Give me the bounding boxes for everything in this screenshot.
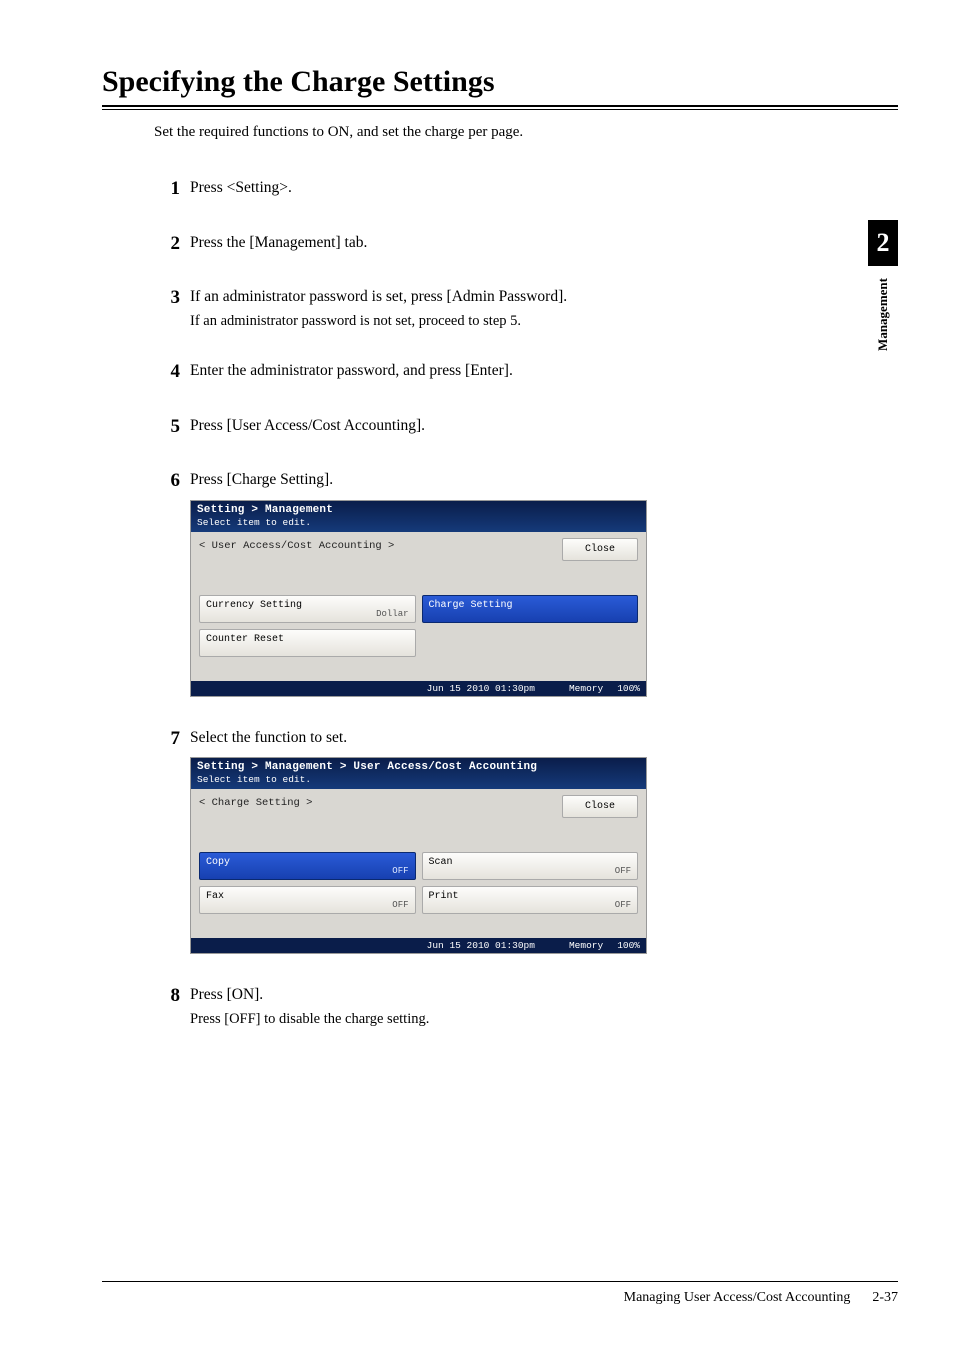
step-number: 5 <box>162 415 190 440</box>
step-number: 7 <box>162 727 190 954</box>
button-value: OFF <box>392 900 408 910</box>
screenshot-charge-setting-menu: Setting > Management Select item to edit… <box>190 500 647 697</box>
ui-header: Setting > Management > User Access/Cost … <box>191 758 646 789</box>
step-number: 1 <box>162 177 190 202</box>
button-value: OFF <box>615 866 631 876</box>
print-button[interactable]: Print OFF <box>422 886 639 914</box>
step-text: Press [User Access/Cost Accounting]. <box>190 415 802 437</box>
title-rule <box>102 105 898 110</box>
footer-page: 2-37 <box>872 1290 898 1306</box>
button-label: Fax <box>206 891 224 902</box>
scan-button[interactable]: Scan OFF <box>422 852 639 880</box>
chapter-number: 2 <box>877 228 890 258</box>
timestamp: Jun 15 2010 01:30pm <box>427 940 535 951</box>
intro-text: Set the required functions to ON, and se… <box>154 124 898 141</box>
step-number: 4 <box>162 360 190 385</box>
button-label: Counter Reset <box>206 634 284 645</box>
page-title: Specifying the Charge Settings <box>102 65 898 103</box>
timestamp: Jun 15 2010 01:30pm <box>427 683 535 694</box>
currency-setting-button[interactable]: Currency Setting Dollar <box>199 595 416 623</box>
button-label: Copy <box>206 857 230 868</box>
step-8: 8 Press [ON]. Press [OFF] to disable the… <box>162 984 802 1027</box>
status-bar: Jun 15 2010 01:30pm Memory 100% <box>191 938 646 953</box>
button-label: Print <box>429 891 459 902</box>
step-5: 5 Press [User Access/Cost Accounting]. <box>162 415 802 440</box>
breadcrumb: Setting > Management > User Access/Cost … <box>197 761 640 773</box>
step-7: 7 Select the function to set. Setting > … <box>162 727 802 954</box>
close-button[interactable]: Close <box>562 795 638 818</box>
fax-button[interactable]: Fax OFF <box>199 886 416 914</box>
memory-value: 100% <box>617 940 640 951</box>
step-text: Enter the administrator password, and pr… <box>190 360 802 382</box>
step-text: Press the [Management] tab. <box>190 232 802 254</box>
step-number: 8 <box>162 984 190 1027</box>
status-bar: Jun 15 2010 01:30pm Memory 100% <box>191 681 646 696</box>
hint-text: Select item to edit. <box>197 517 640 528</box>
step-1: 1 Press <Setting>. <box>162 177 802 202</box>
steps-list: 1 Press <Setting>. 2 Press the [Manageme… <box>162 177 802 1028</box>
step-text: If an administrator password is set, pre… <box>190 286 802 308</box>
step-text: Press [ON]. <box>190 984 802 1006</box>
step-3: 3 If an administrator password is set, p… <box>162 286 802 329</box>
step-text: Press <Setting>. <box>190 177 802 199</box>
subtitle: < User Access/Cost Accounting > <box>199 538 394 552</box>
counter-reset-button[interactable]: Counter Reset <box>199 629 416 657</box>
footer-section: Managing User Access/Cost Accounting <box>624 1290 851 1306</box>
button-value: OFF <box>615 900 631 910</box>
screenshot-function-select: Setting > Management > User Access/Cost … <box>190 757 647 954</box>
button-value: Dollar <box>376 609 408 619</box>
ui-body: Currency Setting Dollar Charge Setting C… <box>191 589 646 681</box>
step-number: 3 <box>162 286 190 329</box>
memory-label: Memory <box>569 683 603 694</box>
chapter-tab: 2 <box>868 220 898 266</box>
step-2: 2 Press the [Management] tab. <box>162 232 802 257</box>
step-text: Press [Charge Setting]. <box>190 469 802 491</box>
copy-button[interactable]: Copy OFF <box>199 852 416 880</box>
breadcrumb: Setting > Management <box>197 504 640 516</box>
hint-text: Select item to edit. <box>197 774 640 785</box>
chapter-label-vertical: Management <box>868 278 898 356</box>
step-subtext: If an administrator password is not set,… <box>190 313 802 330</box>
step-6: 6 Press [Charge Setting]. Setting > Mana… <box>162 469 802 696</box>
charge-setting-button[interactable]: Charge Setting <box>422 595 639 623</box>
subtitle: < Charge Setting > <box>199 795 312 809</box>
button-label: Currency Setting <box>206 600 302 611</box>
ui-subheader: < User Access/Cost Accounting > Close <box>191 532 646 589</box>
step-4: 4 Enter the administrator password, and … <box>162 360 802 385</box>
step-number: 2 <box>162 232 190 257</box>
button-value: OFF <box>392 866 408 876</box>
step-text: Select the function to set. <box>190 727 802 749</box>
ui-subheader: < Charge Setting > Close <box>191 789 646 846</box>
step-subtext: Press [OFF] to disable the charge settin… <box>190 1011 802 1028</box>
memory-label: Memory <box>569 940 603 951</box>
ui-body: Copy OFF Scan OFF Fax OFF <box>191 846 646 938</box>
memory-value: 100% <box>617 683 640 694</box>
button-label: Scan <box>429 857 453 868</box>
button-label: Charge Setting <box>429 600 513 611</box>
close-button[interactable]: Close <box>562 538 638 561</box>
ui-header: Setting > Management Select item to edit… <box>191 501 646 532</box>
step-number: 6 <box>162 469 190 696</box>
page-footer: Managing User Access/Cost Accounting 2-3… <box>102 1281 898 1306</box>
